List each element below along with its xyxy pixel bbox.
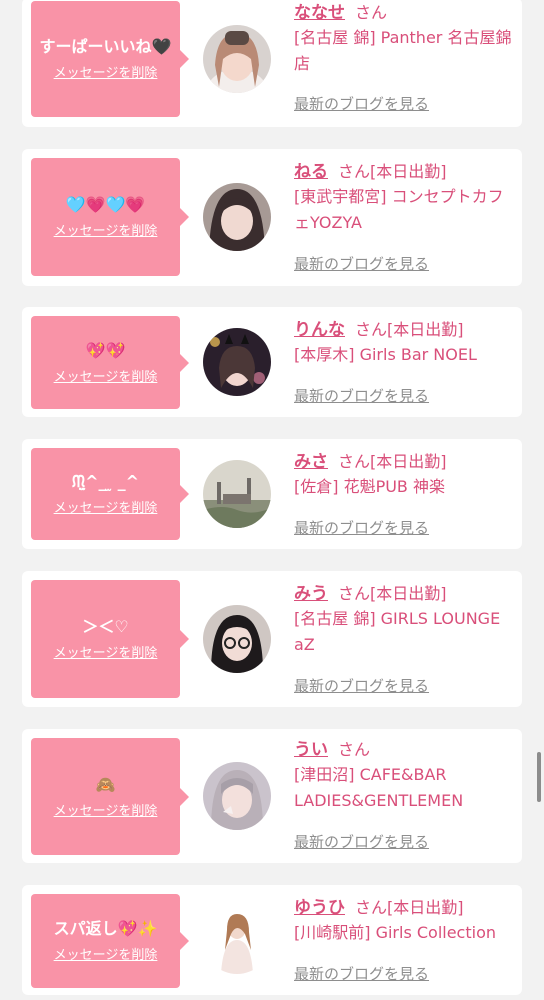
user-name-link[interactable]: ゆうひ (294, 898, 345, 918)
shop-name: [津田沼] CAFE&BAR LADIES&GENTLEMEN (294, 765, 464, 810)
avatar[interactable] (203, 906, 271, 974)
latest-blog-link[interactable]: 最新のブログを見る (294, 832, 429, 852)
delete-message-link[interactable]: メッセージを削除 (54, 646, 158, 662)
status-badge: [本日出勤] (370, 584, 447, 603)
user-name-link[interactable]: ねる (294, 162, 328, 182)
shop-name: [佐倉] 花魁PUB 神楽 (294, 477, 445, 496)
message-text: 💖💖 (85, 340, 126, 360)
user-name-link[interactable]: ななせ (294, 3, 345, 23)
avatar[interactable] (203, 605, 271, 673)
latest-blog-link[interactable]: 最新のブログを見る (294, 964, 429, 984)
message-list: すーぱーいいね🖤 メッセージを削除 ななせ さん [名古屋 錦] Panther … (0, 0, 544, 1000)
message-bubble: ＞＜♡ メッセージを削除 (31, 580, 189, 698)
message-text: ＞＜♡ (82, 617, 129, 636)
message-card: 🙈 メッセージを削除 うい さん [津田沼] CAFE&BAR LADIES&GE… (22, 729, 522, 863)
status-badge: [本日出勤] (370, 162, 447, 181)
delete-message-link[interactable]: メッセージを削除 (54, 224, 158, 240)
honorific: さん (338, 452, 371, 471)
delete-message-link[interactable]: メッセージを削除 (54, 948, 158, 964)
delete-message-link[interactable]: メッセージを削除 (54, 66, 158, 82)
delete-message-link[interactable]: メッセージを削除 (54, 804, 158, 820)
message-text: 🩵💗🩵💗 (65, 195, 146, 214)
message-text: 🙈 (95, 774, 116, 794)
entry-info: りんな さん[本日出勤] [本厚木] Girls Bar NOEL (294, 318, 516, 368)
entry-info: みう さん[本日出勤] [名古屋 錦] GIRLS LOUNGE aZ (294, 582, 516, 658)
message-bubble: 🙈 メッセージを削除 (31, 738, 189, 855)
message-card: 💖💖 メッセージを削除 りんな さん[本日出勤] [本厚木] Girls Bar … (22, 307, 522, 417)
message-text: すーぱーいいね🖤 (39, 37, 172, 56)
avatar[interactable] (203, 183, 271, 251)
avatar[interactable] (203, 460, 271, 528)
shop-name: [名古屋 錦] Panther 名古屋錦店 (294, 28, 512, 73)
entry-info: ななせ さん [名古屋 錦] Panther 名古屋錦店 (294, 1, 516, 77)
status-badge: [本日出勤] (387, 898, 464, 917)
entry-info: みさ さん[本日出勤] [佐倉] 花魁PUB 神楽 (294, 450, 516, 500)
message-card: ＞＜♡ メッセージを削除 みう さん[本日出勤] [名古屋 錦] GIRLS LO… (22, 571, 522, 707)
avatar[interactable] (203, 25, 271, 93)
honorific: さん (355, 320, 388, 339)
honorific: さん (338, 162, 371, 181)
message-card: 🩵💗🩵💗 メッセージを削除 ねる さん[本日出勤] [東武宇都宮] コンセプトカフ… (22, 149, 522, 286)
message-text: スパ返し💖✨ (53, 919, 158, 938)
entry-info: ねる さん[本日出勤] [東武宇都宮] コンセプトカフェYOZYA (294, 160, 516, 236)
honorific: さん (355, 3, 388, 22)
message-card: スパ返し💖✨ メッセージを削除 ゆうひ さん[本日出勤] [川崎駅前] Girls… (22, 885, 522, 995)
user-name-link[interactable]: みう (294, 584, 328, 604)
message-bubble: ᙏ̤̫^_ ̫ _^ メッセージを削除 (31, 448, 189, 540)
shop-name: [名古屋 錦] GIRLS LOUNGE aZ (294, 609, 501, 654)
message-card: すーぱーいいね🖤 メッセージを削除 ななせ さん [名古屋 錦] Panther … (22, 0, 522, 127)
honorific: さん (338, 584, 371, 603)
honorific: さん (355, 898, 388, 917)
user-name-link[interactable]: りんな (294, 320, 345, 340)
message-bubble: 🩵💗🩵💗 メッセージを削除 (31, 158, 189, 276)
message-card: ᙏ̤̫^_ ̫ _^ メッセージを削除 みさ さん[本日出勤] [佐倉] 花魁PU… (22, 439, 522, 549)
latest-blog-link[interactable]: 最新のブログを見る (294, 254, 429, 274)
latest-blog-link[interactable]: 最新のブログを見る (294, 518, 429, 538)
message-bubble: 💖💖 メッセージを削除 (31, 316, 189, 409)
latest-blog-link[interactable]: 最新のブログを見る (294, 386, 429, 406)
shop-name: [川崎駅前] Girls Collection (294, 923, 497, 942)
avatar[interactable] (203, 328, 271, 396)
delete-message-link[interactable]: メッセージを削除 (54, 501, 158, 517)
message-bubble: スパ返し💖✨ メッセージを削除 (31, 894, 189, 988)
status-badge: [本日出勤] (387, 320, 464, 339)
status-badge: [本日出勤] (370, 452, 447, 471)
message-bubble: すーぱーいいね🖤 メッセージを削除 (31, 1, 189, 117)
delete-message-link[interactable]: メッセージを削除 (54, 370, 158, 386)
entry-info: ゆうひ さん[本日出勤] [川崎駅前] Girls Collection (294, 896, 516, 946)
entry-info: うい さん [津田沼] CAFE&BAR LADIES&GENTLEMEN (294, 738, 516, 814)
avatar[interactable] (203, 762, 271, 830)
honorific: さん (338, 740, 371, 759)
scrollbar[interactable] (537, 752, 541, 802)
message-text: ᙏ̤̫^_ ̫ _^ (71, 472, 140, 491)
shop-name: [東武宇都宮] コンセプトカフェYOZYA (294, 187, 504, 232)
user-name-link[interactable]: みさ (294, 452, 328, 472)
latest-blog-link[interactable]: 最新のブログを見る (294, 94, 429, 114)
shop-name: [本厚木] Girls Bar NOEL (294, 345, 477, 364)
user-name-link[interactable]: うい (294, 740, 328, 760)
latest-blog-link[interactable]: 最新のブログを見る (294, 676, 429, 696)
